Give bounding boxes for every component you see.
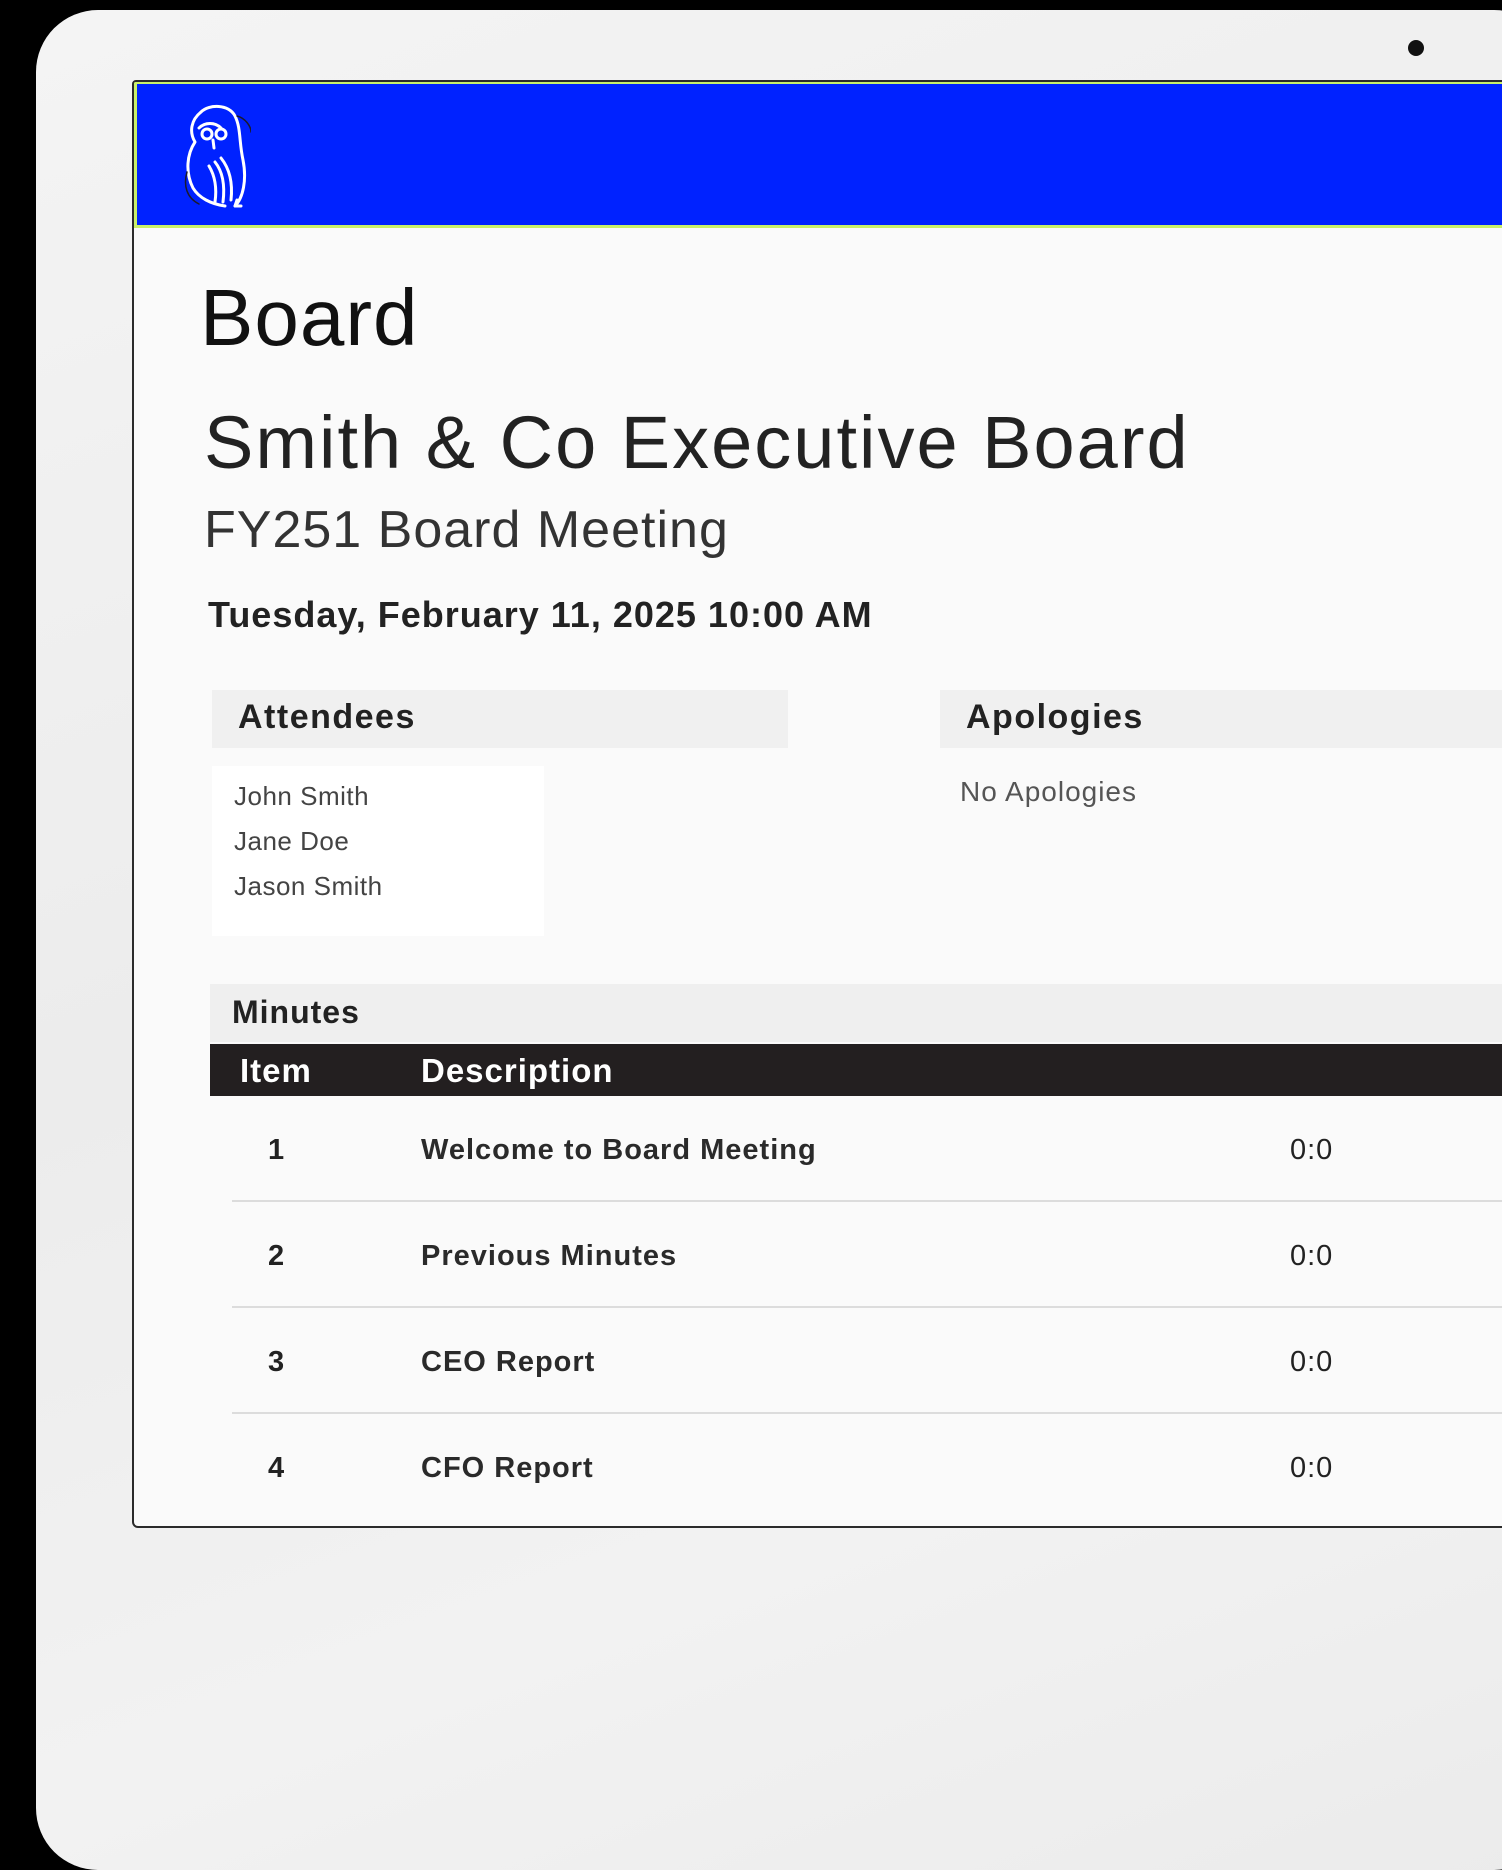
table-row[interactable]: 3 CEO Report 0:0 xyxy=(232,1308,1502,1414)
item-description: Previous Minutes xyxy=(421,1240,678,1272)
attendee-item: Jane Doe xyxy=(234,826,350,856)
item-number: 3 xyxy=(268,1346,286,1378)
item-number: 4 xyxy=(268,1452,286,1484)
table-row[interactable]: 4 CFO Report 0:0 xyxy=(232,1414,1502,1520)
minutes-table-header: Item Description xyxy=(210,1044,1502,1096)
apologies-empty-text: No Apologies xyxy=(960,776,1138,807)
item-duration: 0:0 xyxy=(1290,1240,1334,1272)
item-number: 2 xyxy=(268,1240,286,1272)
item-duration: 0:0 xyxy=(1290,1452,1334,1484)
tablet-device-frame: Board Smith & Co Executive Board FY251 B… xyxy=(36,10,1502,1870)
apologies-heading: Apologies xyxy=(940,690,1502,748)
table-row[interactable]: 2 Previous Minutes 0:0 xyxy=(232,1202,1502,1308)
table-row[interactable]: 1 Welcome to Board Meeting 0:0 xyxy=(232,1096,1502,1202)
page-title: Board xyxy=(200,273,419,362)
top-navigation-bar xyxy=(134,82,1502,228)
item-description: CFO Report xyxy=(421,1452,594,1484)
camera-icon xyxy=(1408,40,1424,56)
meeting-datetime: Tuesday, February 11, 2025 10:00 AM xyxy=(208,594,873,635)
attendee-item: John Smith xyxy=(234,781,370,811)
attendee-item: Jason Smith xyxy=(234,871,383,901)
item-duration: 0:0 xyxy=(1290,1346,1334,1378)
owl-logo-icon[interactable] xyxy=(181,102,251,210)
item-description: Welcome to Board Meeting xyxy=(421,1134,817,1166)
minutes-heading: Minutes xyxy=(210,984,1502,1042)
item-description: CEO Report xyxy=(421,1346,596,1378)
attendees-heading: Attendees xyxy=(212,690,788,748)
meeting-title: FY251 Board Meeting xyxy=(204,501,729,559)
column-header-item: Item xyxy=(240,1052,312,1089)
column-header-description: Description xyxy=(421,1052,614,1089)
app-screen: Board Smith & Co Executive Board FY251 B… xyxy=(132,80,1502,1528)
item-duration: 0:0 xyxy=(1290,1134,1334,1166)
attendees-list: John Smith Jane Doe Jason Smith xyxy=(212,766,544,936)
organization-title: Smith & Co Executive Board xyxy=(204,401,1190,484)
item-number: 1 xyxy=(268,1134,286,1166)
